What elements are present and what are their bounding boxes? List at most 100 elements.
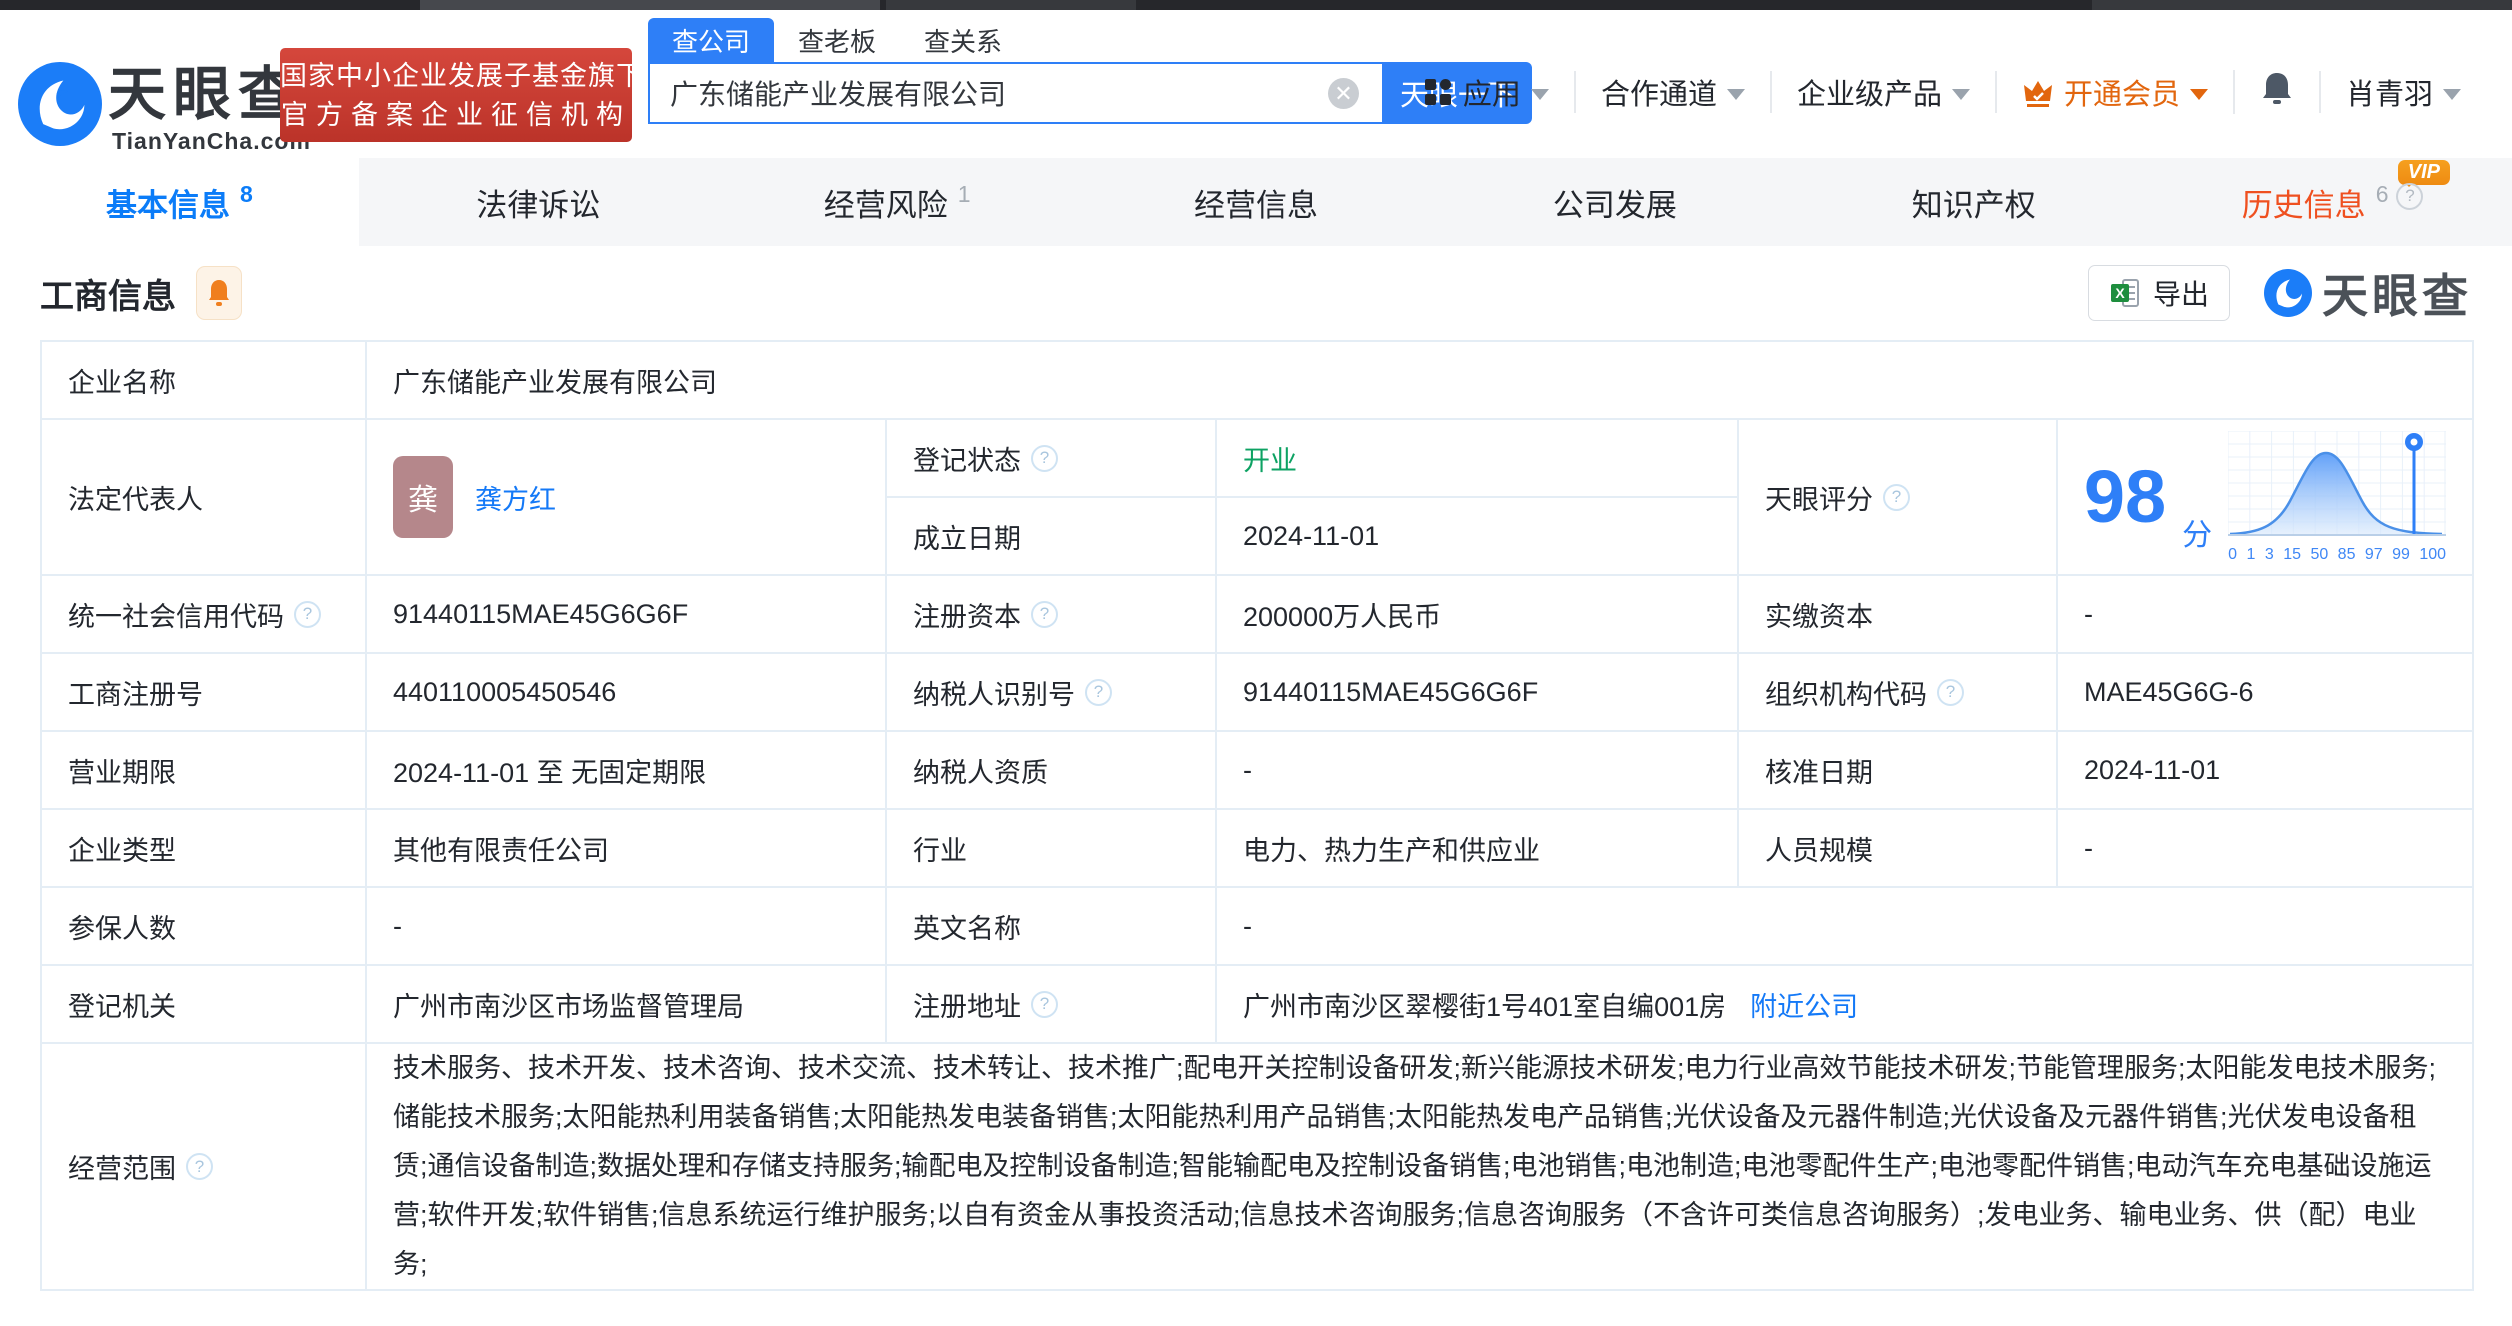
field-label: 法定代表人 <box>68 478 203 517</box>
establish-date: 2024-11-01 <box>1216 497 1738 575</box>
site-header: 天眼查 TianYanCha.com 国家中小企业发展子基金旗下 官方备案企业征… <box>0 10 2512 158</box>
tab-label: 经营风险 <box>824 180 948 225</box>
nav-apps[interactable]: 应用 <box>1398 71 1574 113</box>
help-icon[interactable]: ? <box>1031 601 1058 628</box>
nav-apps-label: 应用 <box>1463 71 1521 113</box>
table-row: 工商注册号 440110005450546 纳税人识别号? 91440115MA… <box>41 653 2473 731</box>
field-value: 2024-11-01 至 无固定期限 <box>366 731 886 809</box>
field-label: 实缴资本 <box>1765 595 1873 634</box>
table-row: 法定代表人 龚 龚方红 登记状态? 开业 天眼评分? 98 分 <box>41 419 2473 497</box>
field-label: 工商注册号 <box>68 673 203 712</box>
nav-notifications[interactable] <box>2233 70 2319 114</box>
tab-label: 公司发展 <box>1553 180 1677 225</box>
table-row: 营业期限 2024-11-01 至 无固定期限 纳税人资质 - 核准日期 202… <box>41 731 2473 809</box>
tab-count: 6 <box>2376 181 2389 208</box>
field-value: 2024-11-01 <box>2057 731 2473 809</box>
chevron-down-icon <box>2190 89 2208 100</box>
table-row: 企业名称 广东储能产业发展有限公司 <box>41 341 2473 419</box>
nav-user[interactable]: 肖青羽 <box>2319 71 2486 113</box>
nav-partner-label: 合作通道 <box>1601 71 1717 113</box>
nav-enterprise-label: 企业级产品 <box>1797 71 1942 113</box>
svg-text:X: X <box>2115 285 2125 301</box>
nav-vip-label: 开通会员 <box>2064 71 2180 113</box>
tianyancha-logo-icon[interactable] <box>18 62 102 146</box>
tab-history-info[interactable]: VIP 历史信息 6 ? <box>2153 158 2512 246</box>
help-icon[interactable]: ? <box>1937 679 1964 706</box>
export-button[interactable]: X 导出 <box>2088 265 2230 321</box>
table-row: 参保人数 - 英文名称 - <box>41 887 2473 965</box>
field-label: 人员规模 <box>1765 829 1873 868</box>
tab-label: 经营信息 <box>1194 180 1318 225</box>
official-badge: 国家中小企业发展子基金旗下 官方备案企业征信机构 <box>280 48 632 142</box>
help-icon[interactable]: ? <box>1085 679 1112 706</box>
tab-label: 基本信息 <box>106 180 230 225</box>
score-unit: 分 <box>2182 510 2212 554</box>
help-icon[interactable]: ? <box>1031 991 1058 1018</box>
tianyancha-logo-icon <box>2264 269 2312 317</box>
tianyancha-watermark: 天眼查 <box>2264 260 2472 326</box>
page-tabbar: 基本信息 8 法律诉讼 经营风险 1 经营信息 公司发展 知识产权 VIP 历史… <box>0 158 2512 246</box>
field-label: 天眼评分 <box>1765 478 1873 517</box>
field-value: 440110005450546 <box>366 653 886 731</box>
table-row: 企业类型 其他有限责任公司 行业 电力、热力生产和供应业 人员规模 - <box>41 809 2473 887</box>
browser-tab-segment <box>420 0 880 10</box>
search-input[interactable] <box>648 62 1384 124</box>
field-label: 注册地址 <box>913 985 1021 1024</box>
field-label: 行业 <box>913 829 967 868</box>
field-label: 英文名称 <box>913 907 1021 946</box>
legal-representative-link[interactable]: 龚方红 <box>475 478 556 517</box>
crown-icon <box>2022 77 2054 107</box>
avatar[interactable]: 龚 <box>393 456 453 538</box>
field-label: 经营范围 <box>68 1147 176 1186</box>
browser-tab-segment <box>2092 0 2512 10</box>
tab-count: 8 <box>240 181 253 208</box>
help-icon[interactable]: ? <box>1031 445 1058 472</box>
field-label: 纳税人识别号 <box>913 673 1075 712</box>
tianyan-score: 98 <box>2084 460 2166 534</box>
top-nav: 应用 合作通道 企业级产品 开通会员 肖青羽 <box>1398 70 2486 114</box>
help-icon[interactable]: ? <box>1883 484 1910 511</box>
field-value: - <box>1216 731 1738 809</box>
field-value: - <box>2057 575 2473 653</box>
field-label: 成立日期 <box>913 517 1021 556</box>
field-value: 91440115MAE45G6G6F <box>1216 653 1738 731</box>
browser-tab-segment <box>886 0 1136 10</box>
search-tab-relation[interactable]: 查关系 <box>900 18 1026 62</box>
logo-title[interactable]: 天眼查 <box>108 66 303 124</box>
chevron-down-icon <box>1952 89 1970 100</box>
nav-vip[interactable]: 开通会员 <box>1995 71 2233 113</box>
tab-company-development[interactable]: 公司发展 <box>1435 158 1794 246</box>
subscribe-bell-button[interactable] <box>196 266 242 320</box>
tab-legal[interactable]: 法律诉讼 <box>359 158 718 246</box>
tab-operating-info[interactable]: 经营信息 <box>1077 158 1436 246</box>
help-icon[interactable]: ? <box>186 1153 213 1180</box>
help-icon[interactable]: ? <box>294 601 321 628</box>
tab-intellectual-property[interactable]: 知识产权 <box>1794 158 2153 246</box>
field-label: 营业期限 <box>68 751 176 790</box>
nearby-companies-link[interactable]: 附近公司 <box>1750 985 1858 1024</box>
field-label: 企业类型 <box>68 829 176 868</box>
tab-risk[interactable]: 经营风险 1 <box>718 158 1077 246</box>
field-value: 其他有限责任公司 <box>366 809 886 887</box>
username: 肖青羽 <box>2346 71 2433 113</box>
chevron-down-icon <box>1727 89 1745 100</box>
tab-label: 历史信息 <box>2242 180 2366 225</box>
nav-enterprise[interactable]: 企业级产品 <box>1770 71 1995 113</box>
field-label: 核准日期 <box>1765 751 1873 790</box>
field-value: - <box>366 887 886 965</box>
field-label: 注册资本 <box>913 595 1021 634</box>
bell-icon <box>207 279 231 307</box>
clear-search-icon[interactable]: ✕ <box>1328 78 1359 109</box>
excel-icon: X <box>2109 277 2141 309</box>
chevron-down-icon <box>2443 89 2461 100</box>
registered-address: 广州市南沙区翠樱街1号401室自编001房 <box>1243 985 1726 1024</box>
apps-grid-icon <box>1423 77 1453 107</box>
tab-basic-info[interactable]: 基本信息 8 <box>0 158 359 246</box>
score-distribution-chart: 0131550859799100 <box>2228 431 2446 564</box>
bell-icon <box>2260 70 2294 114</box>
nav-partner[interactable]: 合作通道 <box>1574 71 1770 113</box>
search-tab-company[interactable]: 查公司 <box>648 18 774 62</box>
search-tab-boss[interactable]: 查老板 <box>774 18 900 62</box>
field-label: 纳税人资质 <box>913 751 1048 790</box>
help-icon[interactable]: ? <box>2396 183 2423 210</box>
